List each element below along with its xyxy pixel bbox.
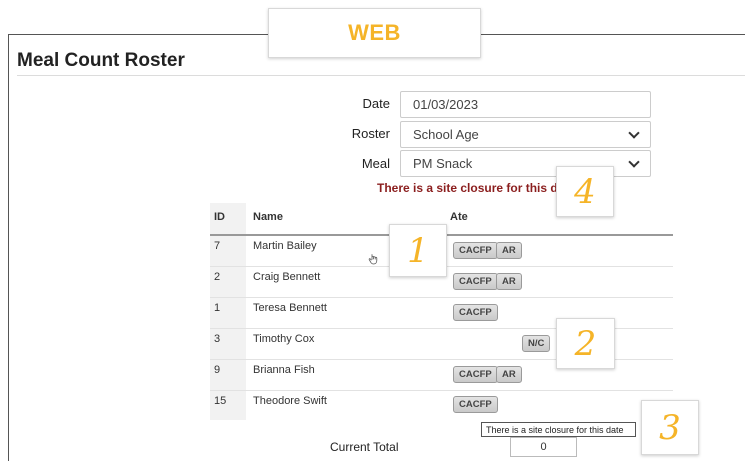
roster-select[interactable]: School Age: [400, 121, 651, 148]
callout-note-4: 4: [556, 166, 614, 217]
chevron-down-icon: [628, 126, 640, 139]
frame-top-border-right: [481, 34, 745, 35]
table-row-name: Timothy Cox: [253, 333, 315, 345]
web-badge: WEB: [268, 8, 481, 58]
closure-tooltip: There is a site closure for this date: [481, 422, 636, 437]
callout-note-3: 3: [641, 400, 699, 455]
row-divider: [210, 297, 673, 298]
frame-top-border-left: [8, 34, 268, 35]
nc-chip[interactable]: N/C: [522, 335, 551, 352]
site-closure-message: There is a site closure for this date: [377, 181, 576, 195]
cacfp-chip[interactable]: CACFP: [453, 366, 498, 383]
table-row-name: Theodore Swift: [253, 395, 327, 407]
hand-pointer-icon: [368, 254, 378, 265]
table-row-id: 3: [214, 333, 221, 345]
ate-column-header: Ate: [450, 211, 468, 223]
callout-note-2: 2: [556, 318, 615, 369]
page-title: Meal Count Roster: [17, 50, 185, 71]
ar-chip[interactable]: AR: [496, 242, 522, 259]
frame-left-border: [8, 34, 9, 461]
table-row-name: Teresa Bennett: [253, 302, 327, 314]
table-row-id: 9: [214, 364, 221, 376]
date-field[interactable]: 01/03/2023: [400, 91, 651, 118]
cacfp-chip[interactable]: CACFP: [453, 304, 498, 321]
name-column-header: Name: [253, 211, 283, 223]
table-row-id: 7: [214, 240, 221, 252]
callout-note-1: 1: [389, 224, 447, 277]
table-row-id: 1: [214, 302, 221, 314]
roster-label: Roster: [351, 126, 390, 141]
title-divider: [17, 75, 745, 76]
cacfp-chip[interactable]: CACFP: [453, 396, 498, 413]
table-row-name: Craig Bennett: [253, 271, 321, 283]
ar-chip[interactable]: AR: [496, 366, 522, 383]
meal-value: PM Snack: [413, 156, 473, 171]
table-row-id: 2: [214, 271, 221, 283]
roster-value: School Age: [413, 127, 479, 142]
date-label: Date: [362, 96, 390, 111]
cacfp-chip[interactable]: CACFP: [453, 242, 498, 259]
chevron-down-icon: [628, 155, 640, 168]
date-value: 01/03/2023: [413, 97, 479, 112]
id-column-header: ID: [214, 211, 225, 223]
current-total-label: Current Total: [330, 440, 399, 454]
cacfp-chip[interactable]: CACFP: [453, 273, 498, 290]
table-row-id: 15: [214, 395, 227, 407]
row-divider: [210, 390, 673, 391]
table-row-name: Brianna Fish: [253, 364, 315, 376]
ar-chip[interactable]: AR: [496, 273, 522, 290]
current-total-field: 0: [510, 437, 577, 457]
meal-label: Meal: [361, 156, 390, 171]
table-row-name: Martin Bailey: [253, 240, 317, 252]
